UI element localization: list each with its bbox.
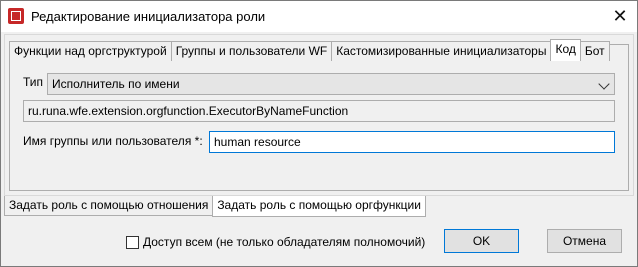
type-select-value: Исполнитель по имени (52, 77, 180, 91)
tab-custom-initializers[interactable]: Кастомизированные инициализаторы (331, 41, 552, 61)
name-input[interactable] (209, 131, 615, 153)
app-icon (8, 8, 24, 24)
tab-bot[interactable]: Бот (579, 41, 610, 61)
tab-code[interactable]: Код (550, 39, 581, 61)
tab-role-by-orgfunction[interactable]: Задать роль с помощью оргфункции (212, 196, 426, 217)
window-title: Редактирование инициализатора роли (31, 9, 266, 24)
access-all-checkbox[interactable] (126, 235, 139, 249)
tab-role-by-relation[interactable]: Задать роль с помощью отношения (4, 196, 214, 216)
access-all-option[interactable]: Доступ всем (не только обладателям полно… (126, 235, 425, 249)
outer-tab-strip: Задать роль с помощью отношения Задать р… (4, 196, 426, 217)
type-select[interactable]: Исполнитель по имени (47, 73, 615, 95)
tab-wf-groups-users[interactable]: Группы и пользователи WF (170, 41, 333, 61)
type-label: Тип (23, 75, 44, 89)
chevron-down-icon (598, 78, 610, 90)
dialog-window: Редактирование инициализатора роли ✕ Фун… (0, 0, 638, 267)
inner-tab-strip: Функции над оргструктурой Группы и польз… (9, 39, 610, 62)
cancel-button[interactable]: Отмена (547, 229, 622, 253)
access-all-label: Доступ всем (не только обладателям полно… (143, 235, 426, 249)
title-bar[interactable]: Редактирование инициализатора роли ✕ (1, 1, 637, 32)
class-name-field: ru.runa.wfe.extension.orgfunction.Execut… (23, 100, 615, 122)
name-label: Имя группы или пользователя *: (23, 134, 203, 148)
tab-orgstructure-functions[interactable]: Функции над оргструктурой (9, 41, 172, 61)
ok-button[interactable]: OK (444, 229, 519, 253)
close-icon[interactable]: ✕ (603, 1, 637, 32)
